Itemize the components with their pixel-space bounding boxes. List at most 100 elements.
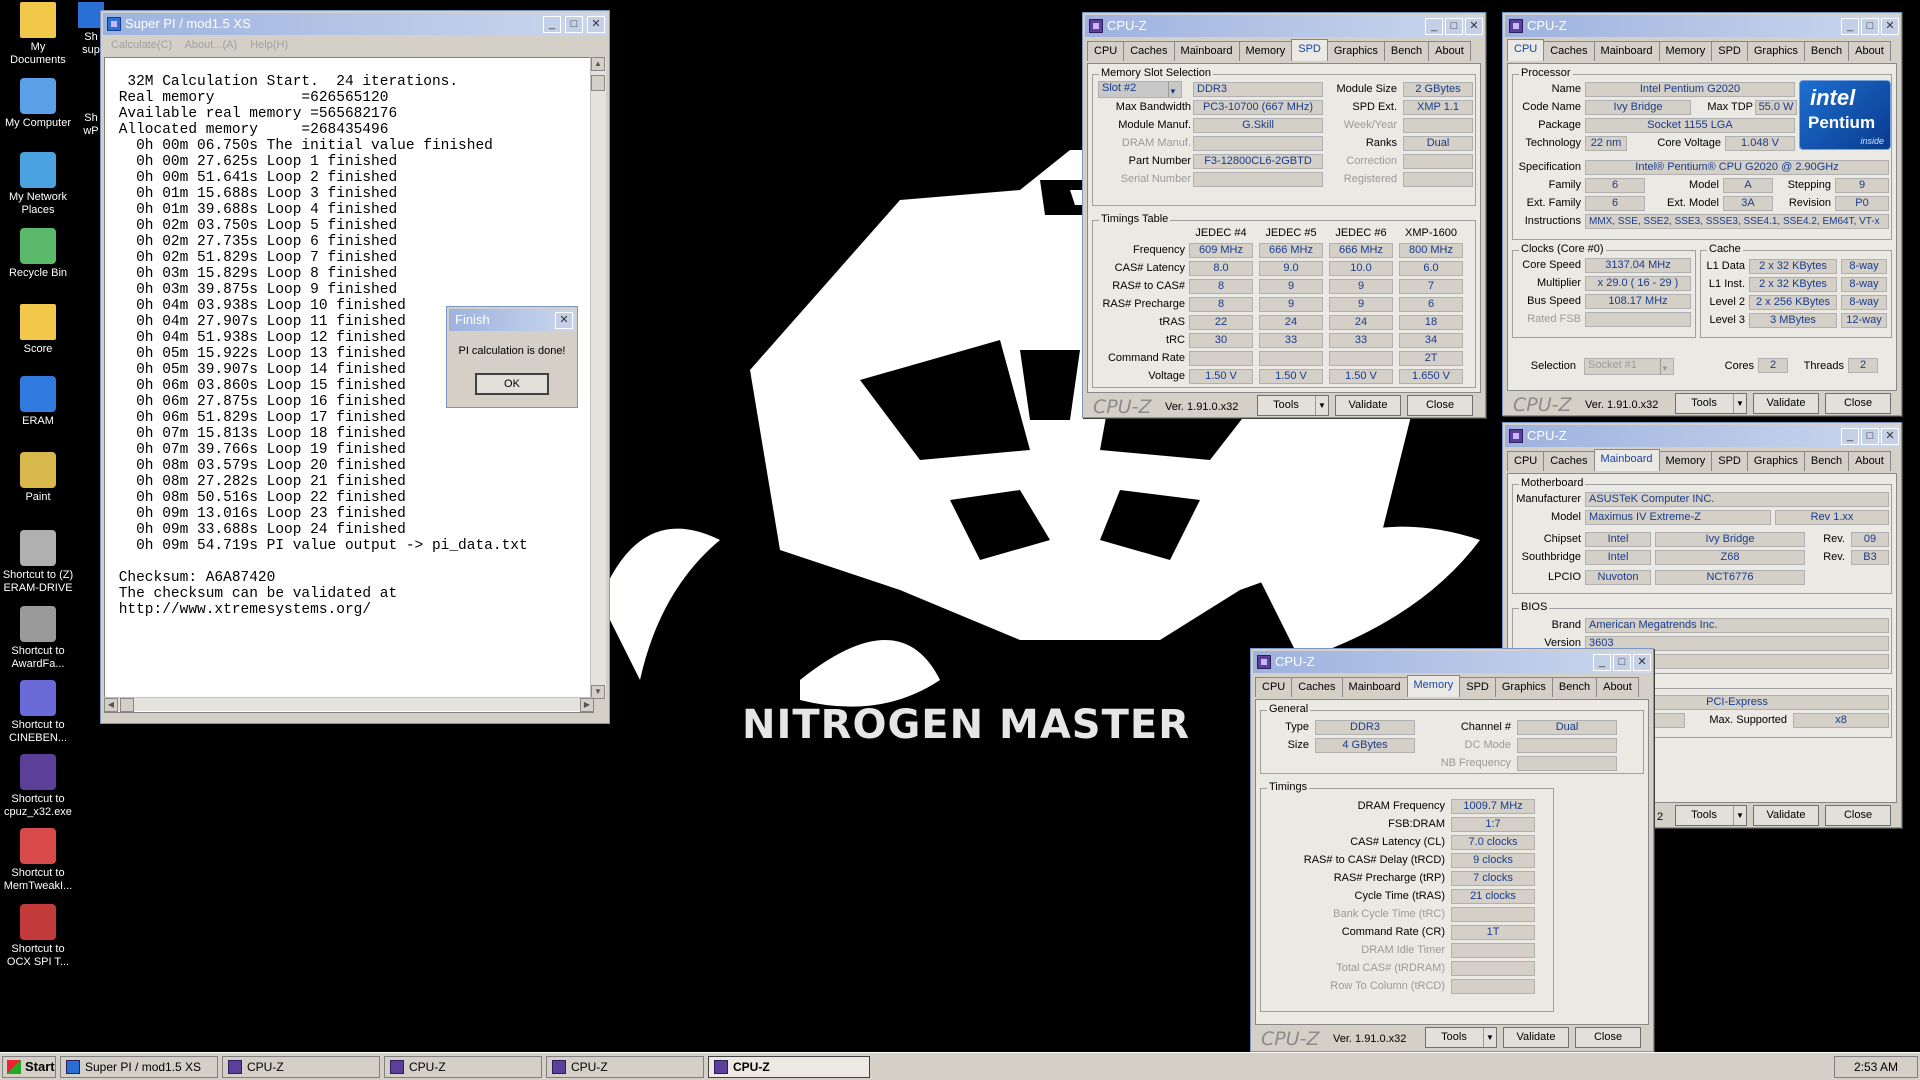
tab-cpu[interactable]: CPU — [1507, 451, 1545, 471]
tab-spd[interactable]: SPD — [1711, 451, 1748, 471]
desktop-icon-3[interactable]: My Network Places — [0, 152, 76, 217]
cpuz-titlebar[interactable]: CPU-Z _ □ ✕ — [1085, 15, 1483, 37]
tools-button[interactable]: Tools ▼ — [1675, 805, 1747, 826]
menu-about[interactable]: About...(A) — [185, 39, 238, 51]
validate-button[interactable]: Validate — [1335, 395, 1401, 416]
minimize-icon[interactable]: _ — [1593, 654, 1611, 671]
close-icon[interactable]: ✕ — [587, 16, 605, 33]
tab-graphics[interactable]: Graphics — [1326, 41, 1385, 61]
drive-icon — [20, 530, 56, 566]
desktop-icon-10[interactable]: Shortcut to CINEBEN... — [0, 680, 76, 745]
close-icon[interactable]: ✕ — [1465, 18, 1483, 35]
minimize-icon[interactable]: _ — [1841, 18, 1859, 35]
taskbar-item-cpuz-2[interactable]: CPU-Z — [384, 1056, 542, 1078]
tab-graphics[interactable]: Graphics — [1494, 677, 1553, 697]
close-icon[interactable]: ✕ — [1881, 18, 1899, 35]
tab-mainboard[interactable]: Mainboard — [1341, 677, 1408, 697]
validate-button[interactable]: Validate — [1753, 805, 1819, 826]
tools-button[interactable]: Tools ▼ — [1675, 393, 1747, 414]
desktop-icon-2[interactable]: My Computer — [0, 78, 76, 130]
tab-about[interactable]: About — [1596, 677, 1639, 697]
validate-button[interactable]: Validate — [1503, 1027, 1569, 1048]
tab-graphics[interactable]: Graphics — [1746, 451, 1805, 471]
tab-caches[interactable]: Caches — [1291, 677, 1343, 697]
tab-about[interactable]: About — [1848, 41, 1891, 61]
desktop-icon-6[interactable]: ERAM — [0, 376, 76, 428]
tab-about[interactable]: About — [1428, 41, 1471, 61]
close-button[interactable]: Close — [1575, 1027, 1641, 1048]
tab-mainboard[interactable]: Mainboard — [1593, 41, 1660, 61]
minimize-icon[interactable]: _ — [543, 16, 561, 33]
vertical-scrollbar[interactable]: ▲ ▼ — [590, 57, 606, 699]
taskbar-item-cpuz-4[interactable]: CPU-Z — [708, 1056, 870, 1078]
close-button[interactable]: Close — [1825, 805, 1891, 826]
close-button[interactable]: Close — [1825, 393, 1891, 414]
maximize-icon[interactable]: □ — [1445, 18, 1463, 35]
cpuz-titlebar[interactable]: CPU-Z _ □ ✕ — [1253, 651, 1651, 673]
minimize-icon[interactable]: _ — [1841, 428, 1859, 445]
tab-cpu[interactable]: CPU — [1507, 39, 1545, 61]
desktop-icon-8[interactable]: Shortcut to (Z) ERAM-DRIVE — [0, 530, 76, 595]
tab-memory[interactable]: Memory — [1658, 451, 1713, 471]
horizontal-scrollbar[interactable]: ◀ ▶ — [104, 697, 594, 712]
scroll-right-icon[interactable]: ▶ — [580, 698, 594, 712]
tab-bench[interactable]: Bench — [1803, 41, 1850, 61]
desktop-icon-12[interactable]: Shortcut to MemTweakI... — [0, 828, 76, 893]
superpi-titlebar[interactable]: Super PI / mod1.5 XS _ □ ✕ — [103, 13, 607, 35]
close-icon[interactable]: ✕ — [555, 312, 573, 329]
start-button[interactable]: Start — [2, 1056, 56, 1078]
slot-select[interactable]: Slot #2 ▼ — [1098, 81, 1182, 98]
scroll-left-icon[interactable]: ◀ — [104, 698, 118, 712]
maximize-icon[interactable]: □ — [1861, 18, 1879, 35]
minimize-icon[interactable]: _ — [1425, 18, 1443, 35]
desktop-icon-7[interactable]: Paint — [0, 452, 76, 504]
hscroll-thumb[interactable] — [120, 698, 134, 712]
tab-cpu[interactable]: CPU — [1087, 41, 1125, 61]
tab-caches[interactable]: Caches — [1543, 451, 1595, 471]
tab-mainboard[interactable]: Mainboard — [1593, 449, 1660, 471]
taskbar-item-cpuz-1[interactable]: CPU-Z — [222, 1056, 380, 1078]
tab-about[interactable]: About — [1848, 451, 1891, 471]
tab-spd[interactable]: SPD — [1459, 677, 1496, 697]
tab-memory[interactable]: Memory — [1658, 41, 1713, 61]
desktop-icon-4[interactable]: Recycle Bin — [0, 228, 76, 280]
validate-button[interactable]: Validate — [1753, 393, 1819, 414]
taskbar-item-cpuz-3[interactable]: CPU-Z — [546, 1056, 704, 1078]
desktop-icon-11[interactable]: Shortcut to cpuz_x32.exe — [0, 754, 76, 819]
tools-button[interactable]: Tools ▼ — [1425, 1027, 1497, 1048]
desktop-icon-13[interactable]: Shortcut to OCX SPI T... — [0, 904, 76, 969]
cpuz-titlebar[interactable]: CPU-Z _ □ ✕ — [1505, 15, 1899, 37]
menu-help[interactable]: Help(H) — [250, 39, 288, 51]
tab-bench[interactable]: Bench — [1803, 451, 1850, 471]
scroll-thumb[interactable] — [591, 75, 605, 91]
close-icon[interactable]: ✕ — [1881, 428, 1899, 445]
maximize-icon[interactable]: □ — [1861, 428, 1879, 445]
ok-button[interactable]: OK — [475, 373, 549, 395]
maximize-icon[interactable]: □ — [565, 16, 583, 33]
tab-spd[interactable]: SPD — [1711, 41, 1748, 61]
scroll-up-icon[interactable]: ▲ — [591, 57, 605, 71]
maximize-icon[interactable]: □ — [1613, 654, 1631, 671]
socket-select[interactable]: Socket #1 ▼ — [1584, 358, 1674, 375]
tools-button[interactable]: Tools ▼ — [1257, 395, 1329, 416]
menu-calculate[interactable]: Calculate(C) — [111, 39, 172, 51]
desktop-icon-9[interactable]: Shortcut to AwardFa... — [0, 606, 76, 671]
taskbar-item-superpi[interactable]: Super PI / mod1.5 XS — [60, 1056, 218, 1078]
tab-bench[interactable]: Bench — [1383, 41, 1430, 61]
tab-caches[interactable]: Caches — [1123, 41, 1175, 61]
cpuz-titlebar[interactable]: CPU-Z _ □ ✕ — [1505, 425, 1899, 447]
tab-memory[interactable]: Memory — [1406, 675, 1461, 697]
desktop-icon-1[interactable]: My Documents — [0, 2, 76, 67]
tab-cpu[interactable]: CPU — [1255, 677, 1293, 697]
tab-graphics[interactable]: Graphics — [1746, 41, 1805, 61]
timing-col-header: JEDEC #5 — [1265, 227, 1317, 239]
tab-caches[interactable]: Caches — [1543, 41, 1595, 61]
tab-mainboard[interactable]: Mainboard — [1173, 41, 1240, 61]
close-icon[interactable]: ✕ — [1633, 654, 1651, 671]
tab-bench[interactable]: Bench — [1551, 677, 1598, 697]
desktop-icon-5[interactable]: Score — [0, 304, 76, 356]
close-button[interactable]: Close — [1407, 395, 1473, 416]
tab-spd[interactable]: SPD — [1291, 39, 1328, 61]
finish-titlebar[interactable]: Finish ✕ — [449, 309, 575, 331]
tab-memory[interactable]: Memory — [1238, 41, 1293, 61]
